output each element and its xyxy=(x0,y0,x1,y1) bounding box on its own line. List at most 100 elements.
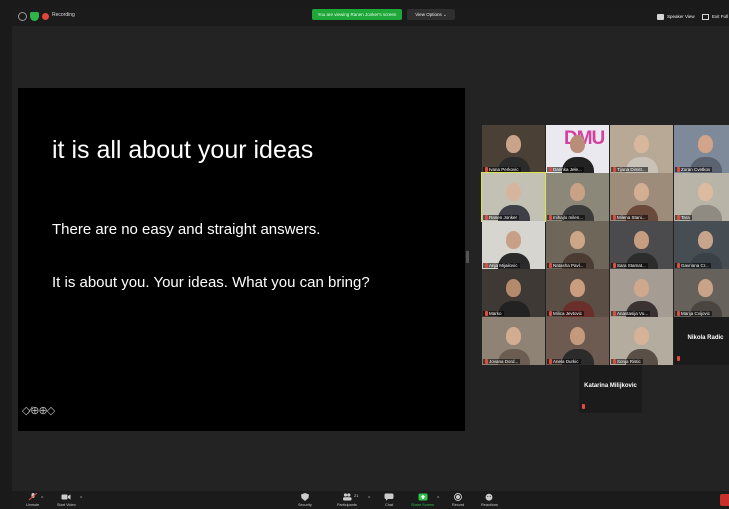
participant-tile[interactable]: mihajlo milen... xyxy=(546,173,609,221)
meeting-toolbar: Unmute ^ Start Video ^ Security Particip… xyxy=(12,491,729,509)
exit-full-label: Exit Full xyxy=(712,14,729,19)
start-video-button[interactable]: Start Video xyxy=(57,493,76,507)
participant-tile[interactable]: Milena Stani... xyxy=(610,173,673,221)
participant-tile[interactable]: Sara Stamat... xyxy=(610,221,673,269)
participant-video-face xyxy=(506,231,521,249)
microphone-muted-icon xyxy=(485,167,488,172)
participant-tile[interactable]: Natasha Pavl... xyxy=(546,221,609,269)
participant-video-face xyxy=(506,135,521,153)
exit-full-screen-button[interactable]: Exit Full xyxy=(702,11,728,22)
participant-video-face xyxy=(634,135,649,153)
participant-video-face xyxy=(506,183,521,201)
participant-name-label: Sonja Ristic xyxy=(611,359,643,364)
slide-line-2: It is about you. Your ideas. What you ca… xyxy=(52,274,370,291)
participant-name-label: Ivana Perkovic xyxy=(483,167,521,172)
participant-video-face xyxy=(698,279,713,297)
share-screen-button[interactable]: Share Screen xyxy=(411,493,434,507)
unmute-label: Unmute xyxy=(26,503,40,507)
microphone-muted-icon xyxy=(485,263,488,268)
participant-tile[interactable]: Anela Durkic xyxy=(546,317,609,365)
security-shield-icon xyxy=(300,493,309,501)
microphone-muted-icon xyxy=(613,311,616,316)
participant-tile[interactable]: Ivana Perkovic xyxy=(482,125,545,173)
speaker-view-button[interactable]: Speaker View xyxy=(657,11,695,22)
record-icon xyxy=(454,493,463,501)
participant-name: Anastasija Vu... xyxy=(617,311,649,316)
exit-full-screen-icon xyxy=(702,13,709,20)
microphone-muted-icon xyxy=(613,359,616,364)
participants-chevron-icon[interactable]: ^ xyxy=(368,496,370,502)
annotation-tools-icon[interactable]: ◇∕⊕⊕◇ xyxy=(22,404,55,417)
participant-tile[interactable]: Tijana Dimitr... xyxy=(610,125,673,173)
shield-icon[interactable] xyxy=(30,12,39,21)
chat-button[interactable]: Chat xyxy=(384,493,394,507)
share-screen-chevron-icon[interactable]: ^ xyxy=(437,496,439,502)
participant-name: Sonja Ristic xyxy=(617,359,641,364)
microphone-muted-icon xyxy=(582,404,585,409)
chat-label: Chat xyxy=(384,503,394,507)
microphone-muted-icon xyxy=(677,311,680,316)
record-label: Record xyxy=(452,503,465,507)
camera-icon xyxy=(61,494,71,500)
participant-tile[interactable]: DMU Darinka Jele... xyxy=(546,125,609,173)
participant-video-face xyxy=(634,231,649,249)
participant-name: Milica Jevtovic xyxy=(553,311,583,316)
participant-name-label: Milena Stani... xyxy=(611,215,648,220)
participant-tile[interactable]: Nikola Radic xyxy=(674,317,729,365)
microphone-muted-icon xyxy=(677,167,680,172)
participant-tile[interactable]: Anastasija Vu... xyxy=(610,269,673,317)
participant-name: Sara Stamat... xyxy=(617,263,646,268)
view-options-button[interactable]: View Options ⌄ xyxy=(407,9,455,20)
recording-icon xyxy=(42,13,49,20)
security-button[interactable]: Security xyxy=(298,493,312,507)
slide-title: it is all about your ideas xyxy=(52,136,314,164)
recording-label: Recording xyxy=(52,12,75,18)
record-button[interactable]: Record xyxy=(452,493,464,507)
audio-options-chevron-icon[interactable]: ^ xyxy=(41,496,43,502)
microphone-muted-icon xyxy=(613,167,616,172)
participant-name: Nikola Radic xyxy=(687,335,724,341)
participant-tile[interactable]: Jovana Dord... xyxy=(482,317,545,365)
participant-name: Zoran Cvetkov xyxy=(681,167,711,172)
participant-video-face xyxy=(698,183,713,201)
participant-name-label: Darinka Jele... xyxy=(547,167,584,172)
participant-tile[interactable]: Tara xyxy=(674,173,729,221)
participant-name-label: Anela Durkic xyxy=(547,359,581,364)
participant-name-label: Natasha Pavl... xyxy=(547,263,586,268)
participant-name-label: Marko xyxy=(483,311,504,316)
split-drag-handle[interactable] xyxy=(466,251,469,263)
participant-tile[interactable]: Gavriana Cr... xyxy=(674,221,729,269)
participant-tile[interactable]: Katarina Milijkovic xyxy=(579,365,642,413)
participants-count: 21 xyxy=(354,493,359,498)
participant-name: Ivana Perkovic xyxy=(489,167,519,172)
participant-tile[interactable]: Marija Cvijovic xyxy=(674,269,729,317)
participant-name-label: Anja Mijailovic xyxy=(483,263,520,268)
participant-tile[interactable]: Anja Mijailovic xyxy=(482,221,545,269)
participant-name-label: Tara xyxy=(675,215,692,220)
zoom-window: Recording You are viewing Ranen Jonker's… xyxy=(12,8,729,509)
participant-tile[interactable]: Marko xyxy=(482,269,545,317)
participant-name: Anela Durkic xyxy=(553,359,579,364)
participant-name-label: Anastasija Vu... xyxy=(611,311,651,316)
start-video-label: Start Video xyxy=(57,503,76,507)
microphone-muted-icon xyxy=(549,311,552,316)
info-icon[interactable] xyxy=(18,12,27,21)
participant-tile[interactable]: Sonja Ristic xyxy=(610,317,673,365)
participant-name: Darinka Jele... xyxy=(553,167,582,172)
participant-video-face xyxy=(570,135,585,153)
participant-video-face xyxy=(506,279,521,297)
video-options-chevron-icon[interactable]: ^ xyxy=(80,496,82,502)
participant-name: Ranen Jonker xyxy=(489,215,518,220)
participant-video-face xyxy=(506,327,521,345)
reactions-button[interactable]: Reactions xyxy=(481,493,498,507)
microphone-muted-icon xyxy=(485,215,488,220)
participant-video-face xyxy=(634,327,649,345)
microphone-muted-icon xyxy=(549,263,552,268)
unmute-button[interactable]: Unmute xyxy=(26,493,39,507)
participant-name: Gavriana Cr... xyxy=(681,263,709,268)
end-meeting-button[interactable] xyxy=(720,494,729,506)
reactions-icon xyxy=(486,493,493,501)
participant-tile[interactable]: Zoran Cvetkov xyxy=(674,125,729,173)
participant-tile[interactable]: Ranen Jonker xyxy=(481,172,546,222)
participant-tile[interactable]: Milica Jevtovic xyxy=(546,269,609,317)
